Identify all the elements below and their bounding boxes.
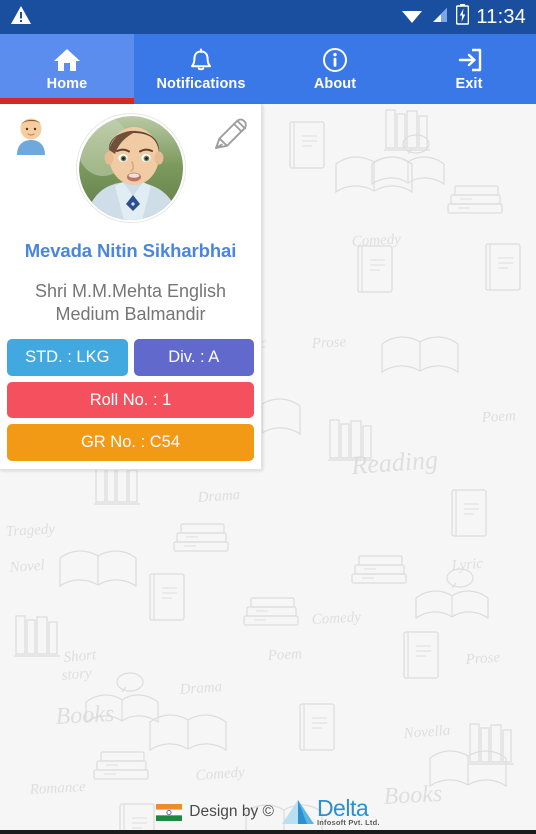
svg-text:Prose: Prose (310, 334, 347, 352)
badge-gr-no: GR No. : C54 (7, 424, 254, 461)
tab-exit-label: Exit (455, 75, 483, 92)
tab-home[interactable]: Home (0, 34, 134, 104)
app-root: 11:34 Home Notifications About Exit Come… (0, 0, 536, 834)
student-name: Mevada Nitin Sikharbhai (24, 240, 237, 261)
profile-card-header (7, 110, 254, 222)
delta-logo[interactable]: Delta Infosoft Pvt. Ltd. (281, 794, 380, 827)
svg-text:Short: Short (63, 647, 98, 666)
svg-text:Prose: Prose (464, 650, 501, 668)
svg-text:Comedy: Comedy (311, 609, 361, 628)
home-icon (53, 47, 81, 73)
tab-exit[interactable]: Exit (402, 34, 536, 104)
badge-div: Div. : A (133, 339, 254, 376)
bell-icon (188, 47, 214, 73)
signal-icon (430, 6, 449, 29)
svg-text:Comedy: Comedy (351, 231, 401, 250)
delta-mark-icon (281, 800, 314, 824)
svg-text:Poem: Poem (266, 646, 302, 664)
svg-text:story: story (61, 665, 93, 684)
status-bar: 11:34 (0, 0, 536, 34)
badge-row-gr: GR No. : C54 (7, 424, 254, 461)
status-bar-clock: 11:34 (476, 6, 526, 28)
tab-notifications-label: Notifications (156, 75, 246, 92)
wifi-icon (401, 6, 423, 29)
pencil-edit-icon[interactable] (210, 114, 250, 154)
svg-text:Lyric: Lyric (450, 556, 484, 574)
svg-text:Novella: Novella (402, 723, 451, 742)
design-credit-text: Design by © (189, 803, 274, 820)
svg-text:Drama: Drama (178, 679, 223, 698)
tab-home-label: Home (46, 75, 88, 92)
svg-text:Poem: Poem (480, 408, 516, 426)
exit-arrow-icon (456, 47, 483, 73)
battery-charging-icon (456, 4, 470, 30)
india-flag-icon (156, 803, 183, 821)
school-name: Shri M.M.Mehta English Medium Balmandir (34, 281, 227, 324)
tab-notifications[interactable]: Notifications (134, 34, 268, 104)
footer-credit-bar: Design by © Delta Infosoft Pvt. Ltd. (0, 790, 536, 834)
svg-text:Tragedy: Tragedy (5, 521, 55, 540)
top-tab-bar: Home Notifications About Exit (0, 34, 536, 104)
svg-text:Comedy: Comedy (195, 765, 245, 784)
delta-wordmark: Delta Infosoft Pvt. Ltd. (316, 794, 380, 827)
warning-triangle-icon (10, 5, 32, 30)
svg-text:Novel: Novel (8, 558, 45, 576)
delta-brand-name: Delta (316, 794, 369, 821)
boy-avatar-icon (11, 113, 51, 155)
badge-row-std-div: STD. : LKG Div. : A (7, 339, 254, 376)
tab-about-label: About (313, 75, 357, 92)
student-profile-card: Mevada Nitin Sikharbhai Shri M.M.Mehta E… (0, 104, 262, 470)
badge-row-roll: Roll No. : 1 (7, 381, 254, 418)
info-circle-icon (322, 47, 348, 73)
status-bar-left (10, 5, 32, 30)
badge-std: STD. : LKG (7, 339, 128, 376)
delta-brand-sub: Infosoft Pvt. Ltd. (316, 817, 380, 827)
svg-text:Drama: Drama (196, 487, 241, 506)
badge-roll-no: Roll No. : 1 (7, 381, 254, 418)
student-photo (76, 114, 185, 222)
tab-about[interactable]: About (268, 34, 402, 104)
status-bar-right: 11:34 (401, 4, 526, 30)
